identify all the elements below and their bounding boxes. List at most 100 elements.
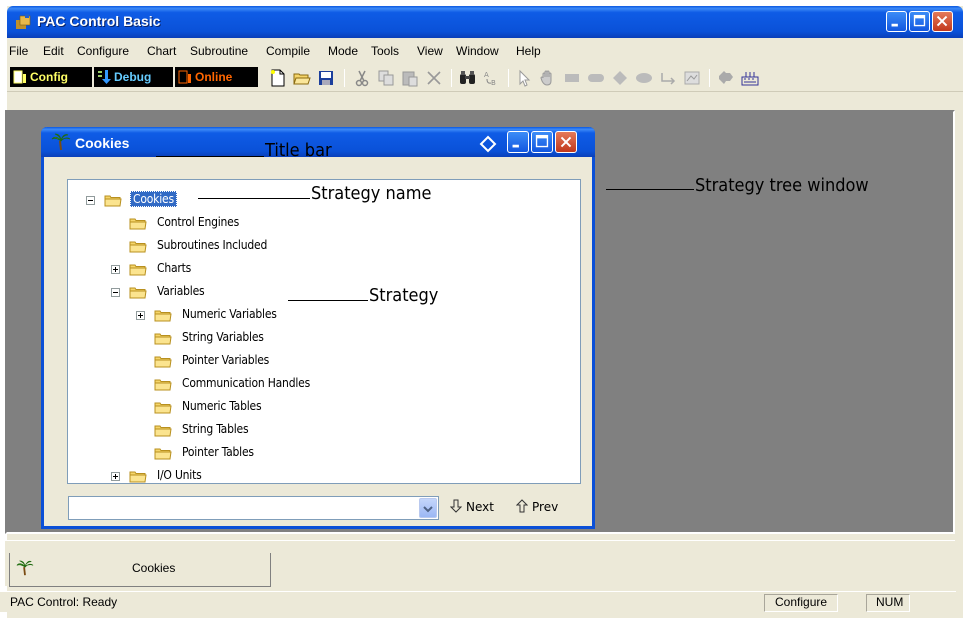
prev-button[interactable]: Prev xyxy=(515,499,558,514)
new-file-icon[interactable] xyxy=(269,69,287,87)
replace-icon[interactable]: AB xyxy=(483,69,501,87)
tab-cookies[interactable]: Cookies xyxy=(9,553,271,587)
tree-node-label: Cookies xyxy=(130,191,177,207)
tree-node-label: Pointer Variables xyxy=(182,353,270,367)
chevron-down-icon xyxy=(423,506,433,513)
folder-icon xyxy=(154,310,172,322)
window-tab-strip: Cookies xyxy=(5,540,955,587)
status-message: PAC Control: Ready xyxy=(10,595,118,609)
tree-node[interactable]: String Variables xyxy=(154,328,474,348)
block-icon[interactable] xyxy=(563,69,581,87)
text-icon[interactable] xyxy=(683,69,701,87)
menu-file[interactable]: File xyxy=(9,44,28,58)
tree-node[interactable]: I/O Units xyxy=(129,466,449,483)
child-close-button[interactable] xyxy=(555,131,577,153)
status-num: NUM xyxy=(876,595,904,609)
toolbar-separator xyxy=(451,69,452,87)
callout-strategy: Strategy xyxy=(369,285,439,306)
toolbar-separator xyxy=(344,69,345,87)
tree-node[interactable]: String Tables xyxy=(154,420,474,440)
online-mode-label: Online xyxy=(195,70,233,84)
toolbar-separator xyxy=(508,69,509,87)
maximize-button[interactable] xyxy=(909,11,930,32)
minimize-icon xyxy=(512,144,519,148)
tree-node-label: Charts xyxy=(157,261,192,275)
search-dropdown-button[interactable] xyxy=(419,498,437,518)
toolbar: Config Debug Online AB xyxy=(7,62,963,92)
child-minimize-button[interactable] xyxy=(507,131,529,153)
oval-block-icon[interactable] xyxy=(587,69,605,87)
tree-search-combobox[interactable] xyxy=(68,496,439,520)
tree-node-label: Variables xyxy=(157,284,205,298)
collapse-icon[interactable] xyxy=(111,288,120,297)
folder-icon xyxy=(154,333,172,345)
tree-node[interactable]: Subroutines Included xyxy=(129,236,449,256)
zoom-icon[interactable] xyxy=(717,69,735,87)
maximize-icon xyxy=(913,14,926,27)
svg-text:A: A xyxy=(484,71,489,79)
hand-pan-icon[interactable] xyxy=(539,69,557,87)
svg-text:B: B xyxy=(491,79,496,87)
next-button[interactable]: Next xyxy=(449,499,494,514)
cut-icon[interactable] xyxy=(353,69,371,87)
tree-node[interactable]: Numeric Variables xyxy=(154,305,474,325)
connection-icon[interactable] xyxy=(659,69,677,87)
expand-icon[interactable] xyxy=(111,265,120,274)
minimize-icon xyxy=(891,23,898,27)
menu-subroutine[interactable]: Subroutine xyxy=(190,44,248,58)
minimize-button[interactable] xyxy=(886,11,907,32)
menu-edit[interactable]: Edit xyxy=(43,44,64,58)
status-mode: Configure xyxy=(775,595,828,609)
callout-line-strategy-tree-window xyxy=(606,189,694,190)
tree-node[interactable]: Pointer Tables xyxy=(154,443,474,463)
folder-icon xyxy=(154,379,172,391)
tree-node[interactable]: Pointer Variables xyxy=(154,351,474,371)
debug-mode-icon xyxy=(98,70,111,84)
folder-icon xyxy=(154,356,172,368)
debug-mode-button[interactable]: Debug xyxy=(94,67,173,87)
tree-node[interactable]: Communication Handles xyxy=(154,374,474,394)
expand-icon[interactable] xyxy=(111,472,120,481)
menu-tools[interactable]: Tools xyxy=(371,44,399,58)
keyboard-icon[interactable] xyxy=(741,69,759,87)
tree-node[interactable]: Control Engines xyxy=(129,213,449,233)
online-mode-icon xyxy=(178,70,191,84)
next-label: Next xyxy=(466,500,494,514)
save-icon[interactable] xyxy=(317,69,335,87)
toolbar-separator xyxy=(709,69,710,87)
menu-configure[interactable]: Configure xyxy=(77,44,129,58)
menu-compile[interactable]: Compile xyxy=(266,44,310,58)
tree-node-label: Communication Handles xyxy=(182,376,311,390)
menu-view[interactable]: View xyxy=(417,44,443,58)
expand-icon[interactable] xyxy=(136,311,145,320)
copy-icon[interactable] xyxy=(377,69,395,87)
diamond-icon[interactable] xyxy=(479,135,497,153)
palm-tree-icon xyxy=(16,560,34,576)
online-mode-button[interactable]: Online xyxy=(175,67,258,87)
menu-bar: File Edit Configure Chart Subroutine Com… xyxy=(7,38,963,62)
continue-block-icon[interactable] xyxy=(635,69,653,87)
tree-node[interactable]: Charts xyxy=(129,259,449,279)
tree-node[interactable]: Numeric Tables xyxy=(154,397,474,417)
paste-icon[interactable] xyxy=(401,69,419,87)
select-pointer-icon[interactable] xyxy=(515,69,533,87)
folder-icon xyxy=(104,195,122,207)
menu-chart[interactable]: Chart xyxy=(147,44,176,58)
maximize-icon xyxy=(535,134,549,148)
child-maximize-button[interactable] xyxy=(531,131,553,153)
close-button[interactable] xyxy=(932,11,953,32)
open-folder-icon[interactable] xyxy=(293,69,311,87)
folder-icon xyxy=(129,264,147,276)
menu-window[interactable]: Window xyxy=(456,44,499,58)
menu-mode[interactable]: Mode xyxy=(328,44,358,58)
diamond-condition-icon[interactable] xyxy=(611,69,629,87)
app-title: PAC Control Basic xyxy=(37,13,161,29)
collapse-icon[interactable] xyxy=(86,196,95,205)
config-mode-button[interactable]: Config xyxy=(10,67,92,87)
arrow-down-icon xyxy=(449,499,463,513)
app-title-bar[interactable]: PAC Control Basic xyxy=(7,6,963,38)
delete-icon[interactable] xyxy=(425,69,443,87)
tree-node-label: String Tables xyxy=(182,422,249,436)
find-icon[interactable] xyxy=(459,69,477,87)
menu-help[interactable]: Help xyxy=(516,44,541,58)
